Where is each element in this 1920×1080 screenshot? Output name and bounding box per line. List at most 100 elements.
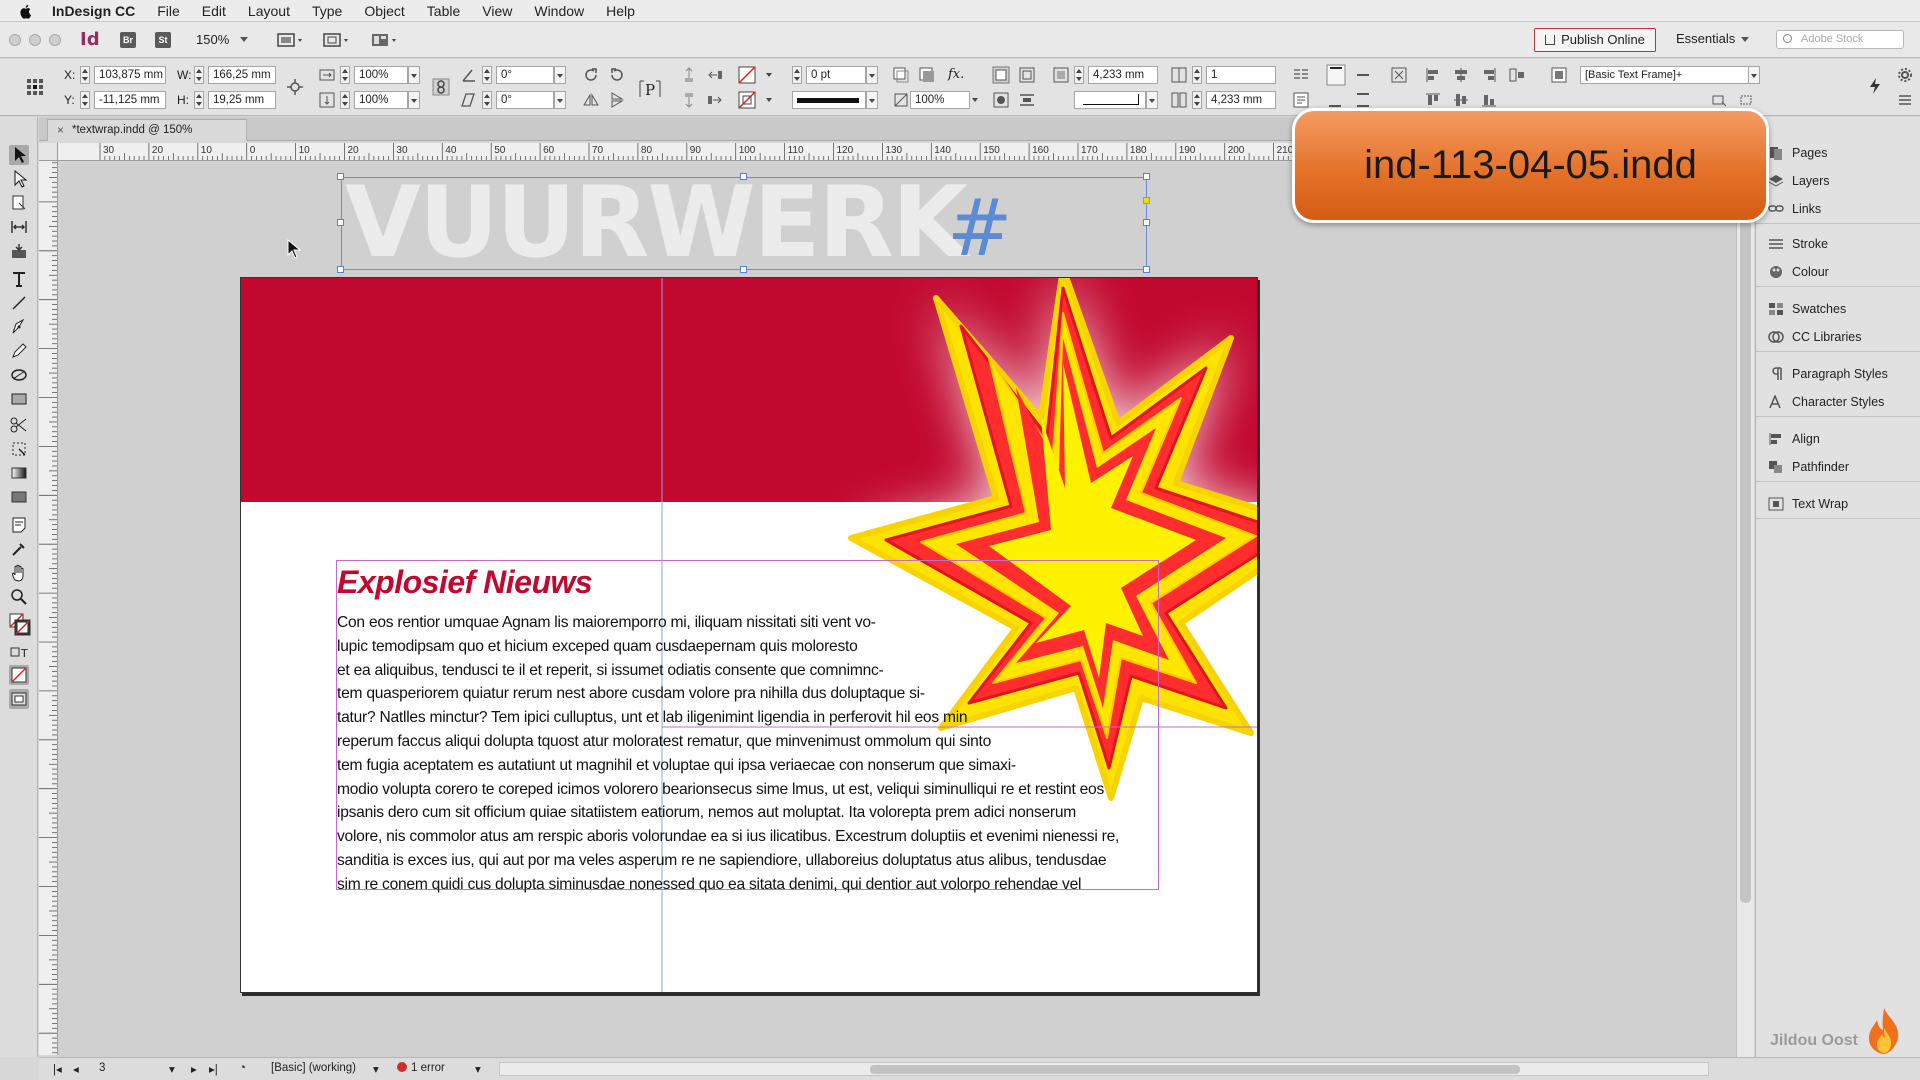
menu-table[interactable]: Table — [427, 3, 460, 19]
open-document-icon[interactable]: ◔ — [239, 1062, 246, 1074]
page-number-field[interactable]: 3 — [99, 1062, 105, 1074]
resize-handle-top-right[interactable] — [1143, 173, 1150, 180]
fill-dropdown-arrow[interactable] — [764, 66, 776, 84]
type-tool-icon[interactable] — [9, 269, 29, 289]
style-menu-icon[interactable] — [1738, 91, 1756, 109]
object-style-select[interactable]: [Basic Text Frame]+ — [1580, 66, 1760, 84]
align-bottom-edges-icon[interactable] — [1480, 91, 1498, 109]
arrange-documents-icon[interactable] — [370, 31, 400, 49]
inset-top-stepper[interactable] — [1074, 66, 1084, 84]
next-page-button[interactable]: ▸ — [191, 1062, 197, 1076]
stroke-none-swatch-icon[interactable] — [738, 91, 756, 109]
formatting-affects-container-icon[interactable]: T — [9, 643, 29, 663]
select-content-icon[interactable] — [680, 91, 698, 109]
w-stepper[interactable] — [194, 66, 204, 84]
bridge-button[interactable]: Br — [120, 32, 136, 48]
content-fitting-icon[interactable] — [992, 91, 1010, 109]
fit-content-icon[interactable] — [1018, 66, 1036, 84]
content-collector-tool-icon[interactable] — [9, 241, 29, 261]
publish-online-button[interactable]: Publish Online — [1534, 28, 1656, 52]
menu-window[interactable]: Window — [534, 3, 584, 19]
chain-link-icon[interactable] — [432, 78, 450, 96]
resize-handle-bottom-left[interactable] — [337, 266, 344, 273]
fit-frame-icon[interactable] — [992, 66, 1010, 84]
scale-y-dropdown[interactable] — [408, 91, 420, 109]
screen-mode-tool-icon[interactable] — [9, 689, 29, 709]
scale-y-field[interactable]: 100% — [354, 91, 408, 109]
rotate-ccw-icon[interactable] — [608, 66, 626, 84]
align-horizontal-centers-icon[interactable] — [1452, 66, 1470, 84]
menu-file[interactable]: File — [157, 3, 180, 19]
minimize-window-button[interactable] — [29, 34, 41, 46]
inset-top-field[interactable]: 4,233 mm — [1088, 66, 1158, 84]
panel-pathfinder[interactable]: Pathfinder — [1756, 453, 1920, 481]
scale-y-stepper[interactable] — [340, 91, 350, 109]
apply-none-icon[interactable] — [9, 665, 29, 685]
resize-handle-bottom-right[interactable] — [1143, 266, 1150, 273]
menu-help[interactable]: Help — [606, 3, 635, 19]
gradient-swatch-tool-icon[interactable] — [9, 463, 29, 483]
article-headline[interactable]: Explosief Nieuws — [337, 564, 593, 601]
height-field[interactable]: 19,25 mm — [208, 91, 276, 109]
menu-edit[interactable]: Edit — [202, 3, 226, 19]
selection-tool-icon[interactable] — [9, 145, 29, 165]
stroke-weight-stepper[interactable] — [792, 66, 802, 84]
panel-text-wrap[interactable]: Text Wrap — [1756, 490, 1920, 518]
align-top-edges-icon[interactable] — [1424, 91, 1442, 109]
page-tool-icon[interactable] — [9, 193, 29, 213]
horizontal-scroll-thumb[interactable] — [870, 1065, 1520, 1074]
stroke-dropdown-arrow[interactable] — [764, 91, 776, 109]
align-left-edges-icon[interactable] — [1424, 66, 1442, 84]
hand-tool-icon[interactable] — [9, 563, 29, 583]
adobe-stock-search-input[interactable]: Adobe Stock — [1776, 30, 1904, 49]
gradient-feather-tool-icon[interactable] — [9, 487, 29, 507]
fill-none-swatch-icon[interactable] — [738, 66, 756, 84]
x-position-field[interactable]: 103,875 mm — [94, 66, 166, 84]
align-right-edges-icon[interactable] — [1480, 66, 1498, 84]
select-container-icon[interactable] — [680, 66, 698, 84]
columns-stepper[interactable] — [1192, 66, 1202, 84]
menu-type[interactable]: Type — [312, 3, 342, 19]
app-menu[interactable]: InDesign CC — [52, 3, 135, 19]
flip-vertical-icon[interactable] — [608, 91, 626, 109]
panel-stroke[interactable]: Stroke — [1756, 230, 1920, 258]
effects-fx-icon[interactable]: fx. — [948, 67, 964, 82]
resize-handle-middle-left[interactable] — [337, 219, 344, 226]
pen-tool-icon[interactable] — [9, 317, 29, 337]
gap-tool-icon[interactable] — [9, 217, 29, 237]
line-tool-icon[interactable] — [9, 293, 29, 313]
vertical-ruler[interactable] — [39, 143, 58, 1055]
object-style-dropdown[interactable] — [1748, 66, 1760, 84]
stock-button[interactable]: St — [155, 32, 171, 48]
panel-swatches[interactable]: Swatches — [1756, 295, 1920, 323]
scale-x-field[interactable]: 100% — [354, 66, 408, 84]
document-tab[interactable]: × *textwrap.indd @ 150% — [47, 119, 247, 141]
gutter-field[interactable]: 4,233 mm — [1206, 91, 1276, 109]
corner-shape-dropdown[interactable] — [1146, 91, 1158, 109]
ruler-origin[interactable] — [39, 143, 58, 161]
select-previous-icon[interactable] — [706, 66, 724, 84]
control-panel-menu-icon[interactable] — [1896, 91, 1914, 109]
rotation-stepper[interactable] — [482, 66, 492, 84]
panel-links[interactable]: Links — [1756, 195, 1920, 223]
menu-layout[interactable]: Layout — [248, 3, 290, 19]
preflight-profile-label[interactable]: [Basic] (working) — [271, 1062, 356, 1074]
constrain-proportions-icon[interactable] — [286, 78, 304, 96]
shear-field[interactable]: 0° — [496, 91, 554, 109]
reference-point-icon[interactable] — [26, 78, 44, 96]
drop-shadow-alt-icon[interactable] — [918, 66, 936, 84]
horizontal-scrollbar[interactable] — [499, 1062, 1709, 1076]
align-top-icon[interactable] — [1326, 64, 1346, 86]
ellipse-frame-tool-icon[interactable] — [9, 365, 29, 385]
span-columns-icon[interactable] — [1292, 66, 1310, 84]
pasteboard[interactable]: Explosief Nieuws Con eos rentior umquae … — [58, 162, 1736, 1060]
vertical-scrollbar[interactable] — [1736, 143, 1754, 1057]
opacity-field[interactable]: 100% — [910, 91, 970, 109]
menu-view[interactable]: View — [482, 3, 512, 19]
scale-x-dropdown[interactable] — [408, 66, 420, 84]
scissors-tool-icon[interactable] — [9, 415, 29, 435]
panel-align[interactable]: Align — [1756, 425, 1920, 453]
stroke-type-select[interactable] — [792, 91, 866, 109]
menu-object[interactable]: Object — [364, 3, 404, 19]
panel-layers[interactable]: Layers — [1756, 167, 1920, 195]
